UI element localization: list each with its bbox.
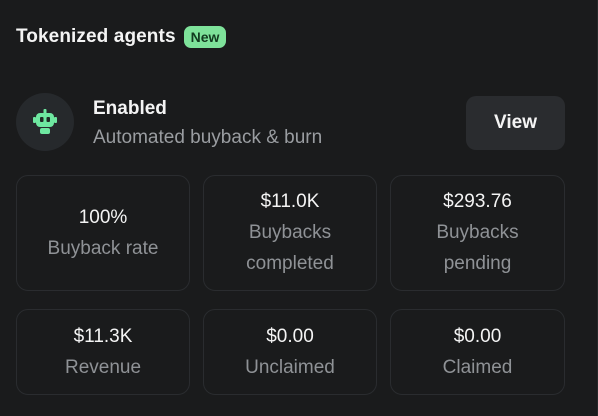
agent-avatar: [16, 93, 74, 151]
stat-label: Revenue: [64, 356, 142, 378]
stat-value: $11.0K: [260, 191, 320, 212]
panel-title: Tokenized agents: [16, 26, 176, 47]
stat-label: Buyback rate: [47, 237, 159, 259]
tokenized-agents-panel: Tokenized agents New Enabled Automated b…: [0, 0, 598, 416]
stat-value: $0.00: [266, 325, 314, 347]
agent-description: Automated buyback & burn: [93, 127, 323, 148]
robot-icon: [33, 109, 57, 134]
stat-label-line2: completed: [246, 253, 334, 274]
agent-text: Enabled Automated buyback & burn: [93, 97, 322, 153]
stat-value: $0.00: [453, 325, 502, 347]
agent-row: Enabled Automated buyback & burn View: [16, 93, 565, 153]
new-badge: New: [183, 26, 227, 48]
stat-card-unclaimed: $0.00 Unclaimed: [203, 309, 377, 395]
agent-status: Enabled: [93, 98, 167, 119]
view-button[interactable]: View: [466, 96, 565, 150]
stat-card-revenue: $11.3K Revenue: [16, 309, 190, 395]
stat-card-buybacks-pending: $293.76 Buybacks pending: [390, 175, 565, 291]
stat-card-claimed: $0.00 Claimed: [390, 309, 565, 395]
stat-card-buybacks-completed: $11.0K Buybacks completed: [203, 175, 377, 291]
stat-label-line1: Buybacks: [248, 222, 332, 243]
stat-value: 100%: [78, 206, 128, 228]
stat-label-line2: pending: [443, 253, 512, 274]
stat-card-buyback-rate: 100% Buyback rate: [16, 175, 190, 291]
stat-value: $11.3K: [73, 325, 133, 347]
stat-value: $293.76: [443, 191, 512, 212]
panel-header: Tokenized agents New: [16, 26, 227, 48]
stat-label: Claimed: [442, 356, 513, 378]
stat-label-line1: Buybacks: [436, 222, 519, 243]
stat-label: Unclaimed: [245, 356, 335, 378]
